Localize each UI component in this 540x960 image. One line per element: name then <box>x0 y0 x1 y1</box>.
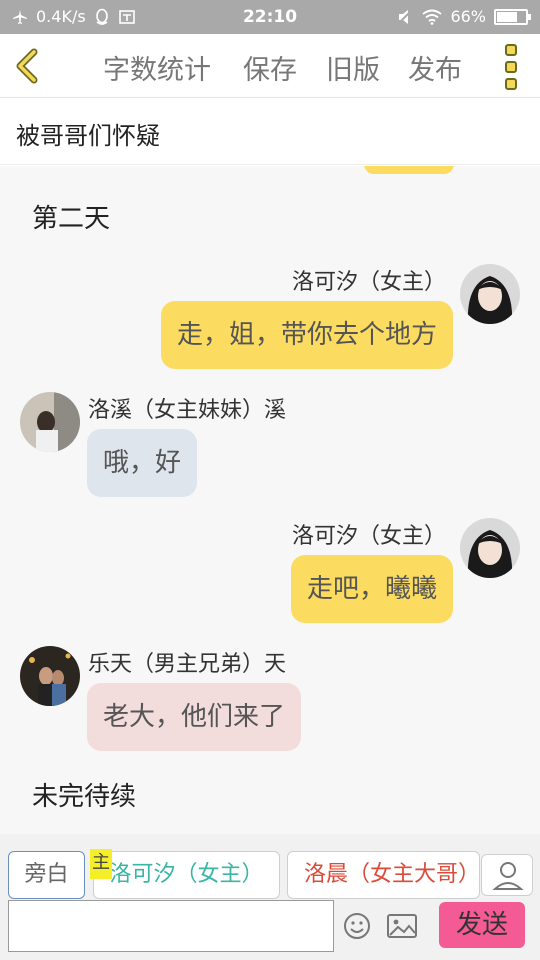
emoji-button[interactable] <box>343 912 371 940</box>
message-bubble[interactable]: 老大，他们来了 <box>87 683 302 751</box>
save-button[interactable]: 保存 <box>243 48 297 87</box>
word-count-button[interactable]: 字数统计 <box>103 48 211 87</box>
back-chevron-icon <box>16 48 38 84</box>
more-dot <box>505 78 517 90</box>
avatar-heroine[interactable] <box>460 264 520 324</box>
avatar-sister[interactable] <box>20 392 80 452</box>
battery-fill <box>497 11 517 22</box>
message-bubble[interactable]: 走吧，曦曦 <box>290 555 453 623</box>
battery-percent: 66% <box>450 7 486 26</box>
role-heroine-button[interactable]: 洛可汐（女主） <box>93 851 280 899</box>
more-menu-icon[interactable] <box>498 44 524 90</box>
speaker-name: 洛溪（女主妹妹）溪 <box>88 398 287 423</box>
avatar-friend[interactable] <box>20 646 80 706</box>
status-bar: 0.4K/s 22:10 66% <box>0 0 540 34</box>
message-input[interactable] <box>8 900 334 952</box>
mute-icon <box>397 8 414 25</box>
speaker-name: 洛可汐（女主） <box>291 524 446 549</box>
old-version-button[interactable]: 旧版 <box>326 48 380 87</box>
speaker-name: 乐天（男主兄弟）天 <box>88 652 287 677</box>
story-title: 被哥哥们怀疑 <box>16 122 160 150</box>
emoji-icon <box>344 913 370 939</box>
avatar-heroine[interactable] <box>460 518 520 578</box>
wifi-icon <box>422 9 443 25</box>
narration-text: 未完待续 <box>32 782 137 812</box>
add-role-icon <box>492 862 524 890</box>
image-icon <box>387 914 417 938</box>
message-bubble[interactable]: 哦，好 <box>87 429 198 497</box>
narration-text: 第二天 <box>32 204 111 234</box>
editor-toolbar: 字数统计 保存 旧版 发布 <box>0 34 540 98</box>
story-title-row[interactable]: 被哥哥们怀疑 <box>0 99 540 165</box>
add-role-button[interactable] <box>481 854 533 896</box>
publish-button[interactable]: 发布 <box>408 48 462 87</box>
more-dot <box>505 61 517 73</box>
speaker-name: 洛可汐（女主） <box>291 270 446 295</box>
composer-panel: 旁白 洛可汐（女主） 主 洛晨（女主大哥） 发送 <box>0 834 540 960</box>
message-bubble[interactable]: 走，姐，带你去个地方 <box>160 301 453 369</box>
previous-bubble <box>364 166 454 174</box>
chat-area[interactable]: 第二天 洛可汐（女主） 走，姐，带你去个地方 洛溪（女主妹妹）溪 哦，好 洛可汐… <box>0 166 540 834</box>
back-button[interactable] <box>10 44 50 88</box>
role-brother-button[interactable]: 洛晨（女主大哥） <box>287 851 480 899</box>
more-dot <box>505 44 517 56</box>
main-character-badge: 主 <box>90 849 112 879</box>
image-button[interactable] <box>386 913 418 939</box>
send-button[interactable]: 发送 <box>439 902 525 948</box>
role-narrator-button[interactable]: 旁白 <box>8 851 85 899</box>
battery-icon <box>494 8 531 25</box>
status-right: 66% <box>396 7 531 26</box>
